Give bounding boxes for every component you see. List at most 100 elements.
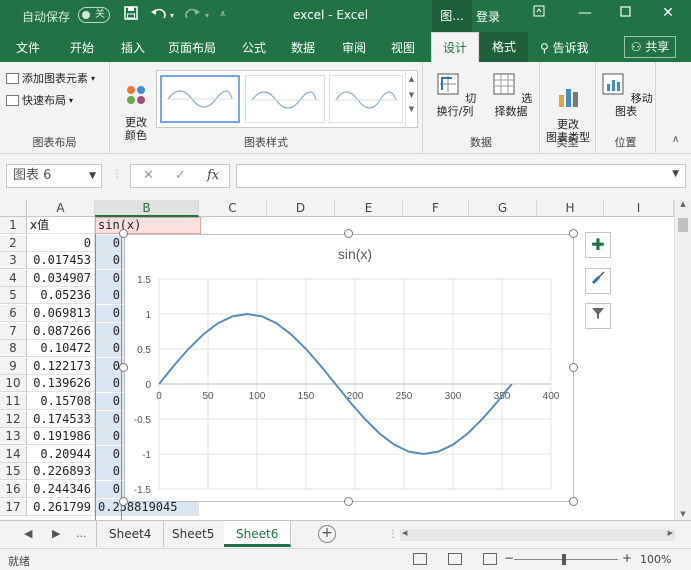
sheet-tab-sheet6[interactable]: Sheet6 bbox=[224, 521, 292, 547]
redo-dropdown-icon[interactable]: ▾ bbox=[205, 11, 209, 20]
add-chart-element-button[interactable]: 添加图表元素 ▾ bbox=[6, 70, 95, 86]
row-header-10[interactable]: 10 bbox=[0, 375, 27, 393]
cell-a8[interactable]: 0.10472 bbox=[27, 340, 95, 358]
chevron-up-icon[interactable]: ▲ bbox=[406, 75, 417, 83]
cell-b2[interactable]: 0 bbox=[95, 234, 124, 252]
resize-handle[interactable] bbox=[344, 497, 353, 506]
quick-layout-button[interactable]: 快速布局 ▾ bbox=[6, 92, 73, 108]
zoom-slider[interactable] bbox=[514, 559, 618, 560]
tab-home[interactable]: 开始 bbox=[70, 39, 94, 56]
cell-b16[interactable]: 0 bbox=[95, 481, 124, 498]
cell-a12[interactable]: 0.174533 bbox=[27, 410, 95, 428]
chart-style-3[interactable] bbox=[329, 75, 403, 123]
chart-style-1[interactable] bbox=[160, 75, 240, 123]
sheet-tab-sheet5[interactable]: Sheet5 bbox=[160, 521, 228, 547]
row-header-15[interactable]: 15 bbox=[0, 463, 27, 481]
change-colors-button[interactable]: 更改 颜色 bbox=[116, 68, 156, 142]
share-button[interactable]: ⚇ 共享 bbox=[624, 36, 676, 58]
resize-handle[interactable] bbox=[119, 229, 128, 238]
row-header-11[interactable]: 11 bbox=[0, 393, 27, 410]
cell-b10[interactable]: 0 bbox=[95, 375, 124, 393]
chart[interactable]: sin(x) 0 50 100 150 200 250 300 350 400 1.5 1 0.5 0 -0… bbox=[124, 234, 574, 502]
change-chart-type-button[interactable]: 更改 图表类型 bbox=[542, 70, 594, 144]
row-header-1[interactable]: 1 bbox=[0, 217, 27, 234]
cell-b15[interactable]: 0 bbox=[95, 463, 124, 481]
cell-a6[interactable]: 0.069813 bbox=[27, 305, 95, 322]
cell-b8[interactable]: 0 bbox=[95, 340, 124, 358]
cell-b4[interactable]: 0 bbox=[95, 269, 124, 287]
chart-style-2[interactable] bbox=[245, 75, 325, 123]
tab-page-layout[interactable]: 页面布局 bbox=[168, 39, 216, 56]
chevron-down-icon[interactable]: ▼ bbox=[675, 510, 691, 518]
chevron-down-icon[interactable]: ▼ bbox=[89, 165, 96, 187]
chart-styles-button[interactable] bbox=[585, 268, 611, 294]
cell-a17[interactable]: 0.261799 bbox=[27, 498, 95, 516]
row-header-14[interactable]: 14 bbox=[0, 445, 27, 463]
page-layout-view-icon[interactable] bbox=[448, 553, 462, 565]
cell-a5[interactable]: 0.05236 bbox=[27, 287, 95, 305]
zoom-out-button[interactable]: − bbox=[504, 551, 514, 565]
tab-formulas[interactable]: 公式 bbox=[242, 39, 266, 56]
cell-a3[interactable]: 0.017453 bbox=[27, 252, 95, 270]
resize-handle[interactable] bbox=[569, 497, 578, 506]
chart-elements-button[interactable]: ✚ bbox=[585, 232, 611, 258]
cell-b6[interactable]: 0 bbox=[95, 305, 124, 322]
column-header-i[interactable]: I bbox=[604, 200, 674, 217]
tell-me-search[interactable]: ⚲ 告诉我 bbox=[540, 39, 589, 56]
chevron-up-icon[interactable]: ▲ bbox=[675, 200, 691, 208]
resize-handle[interactable] bbox=[119, 363, 128, 372]
row-header-5[interactable]: 5 bbox=[0, 287, 27, 305]
close-icon[interactable]: ✕ bbox=[656, 5, 680, 21]
split-handle-icon[interactable]: ⋮ bbox=[388, 529, 398, 540]
cancel-icon[interactable]: ✕ bbox=[143, 168, 154, 183]
chevron-left-icon[interactable]: ◀ bbox=[402, 529, 407, 537]
cell-b12[interactable]: 0 bbox=[95, 410, 124, 428]
formula-input[interactable]: ▼ bbox=[236, 164, 686, 188]
cell-a7[interactable]: 0.087266 bbox=[27, 322, 95, 340]
cell-a10[interactable]: 0.139626 bbox=[27, 375, 95, 393]
minimize-icon[interactable]: — bbox=[573, 5, 597, 21]
next-sheet-icon[interactable]: ▶ bbox=[52, 527, 60, 540]
row-header-4[interactable]: 4 bbox=[0, 269, 27, 287]
vertical-scrollbar[interactable]: ▲ ▼ bbox=[674, 200, 691, 520]
switch-row-column-button[interactable]: 切换行/列 bbox=[429, 70, 481, 118]
resize-handle[interactable] bbox=[569, 363, 578, 372]
cell-a9[interactable]: 0.122173 bbox=[27, 357, 95, 375]
cell-b7[interactable]: 0 bbox=[95, 322, 124, 340]
column-header-e[interactable]: E bbox=[335, 200, 403, 217]
cell-a15[interactable]: 0.226893 bbox=[27, 463, 95, 481]
tab-design[interactable]: 设计 bbox=[431, 32, 480, 62]
row-header-7[interactable]: 7 bbox=[0, 322, 27, 340]
maximize-icon[interactable] bbox=[613, 5, 637, 21]
horizontal-scrollbar[interactable]: ◀ ▶ bbox=[400, 529, 675, 541]
chevron-down-icon[interactable]: ▼ bbox=[672, 169, 679, 179]
column-header-c[interactable]: C bbox=[199, 200, 267, 217]
scroll-thumb[interactable] bbox=[678, 218, 688, 232]
row-header-3[interactable]: 3 bbox=[0, 252, 27, 270]
resize-handle[interactable] bbox=[344, 229, 353, 238]
autosave-toggle[interactable]: 关 bbox=[78, 7, 110, 23]
chart-filters-button[interactable] bbox=[585, 303, 611, 329]
chart-styles-gallery[interactable]: ▲ ▼ ▼ bbox=[156, 70, 418, 128]
column-header-f[interactable]: F bbox=[403, 200, 469, 217]
chevron-right-icon[interactable]: ▶ bbox=[668, 529, 673, 537]
undo-dropdown-icon[interactable]: ▾ bbox=[170, 11, 174, 20]
zoom-slider-thumb[interactable] bbox=[562, 554, 566, 565]
redo-icon[interactable] bbox=[183, 6, 201, 24]
row-header-8[interactable]: 8 bbox=[0, 340, 27, 358]
normal-view-icon[interactable] bbox=[413, 553, 427, 565]
tab-view[interactable]: 视图 bbox=[391, 39, 415, 56]
zoom-level[interactable]: 100% bbox=[640, 553, 671, 566]
gallery-more-icon[interactable]: ▼ bbox=[406, 105, 417, 113]
cell-a11[interactable]: 0.15708 bbox=[27, 393, 95, 410]
cell-a1[interactable]: x值 bbox=[27, 217, 95, 234]
cell-b5[interactable]: 0 bbox=[95, 287, 124, 305]
customize-qat-icon[interactable]: ⩡ bbox=[220, 9, 226, 20]
undo-icon[interactable] bbox=[150, 6, 168, 24]
resize-handle[interactable] bbox=[119, 497, 128, 506]
row-header-6[interactable]: 6 bbox=[0, 305, 27, 322]
column-header-d[interactable]: D bbox=[267, 200, 335, 217]
cell-a2[interactable]: 0 bbox=[27, 234, 95, 252]
cell-b14[interactable]: 0 bbox=[95, 445, 124, 463]
column-header-h[interactable]: H bbox=[537, 200, 604, 217]
